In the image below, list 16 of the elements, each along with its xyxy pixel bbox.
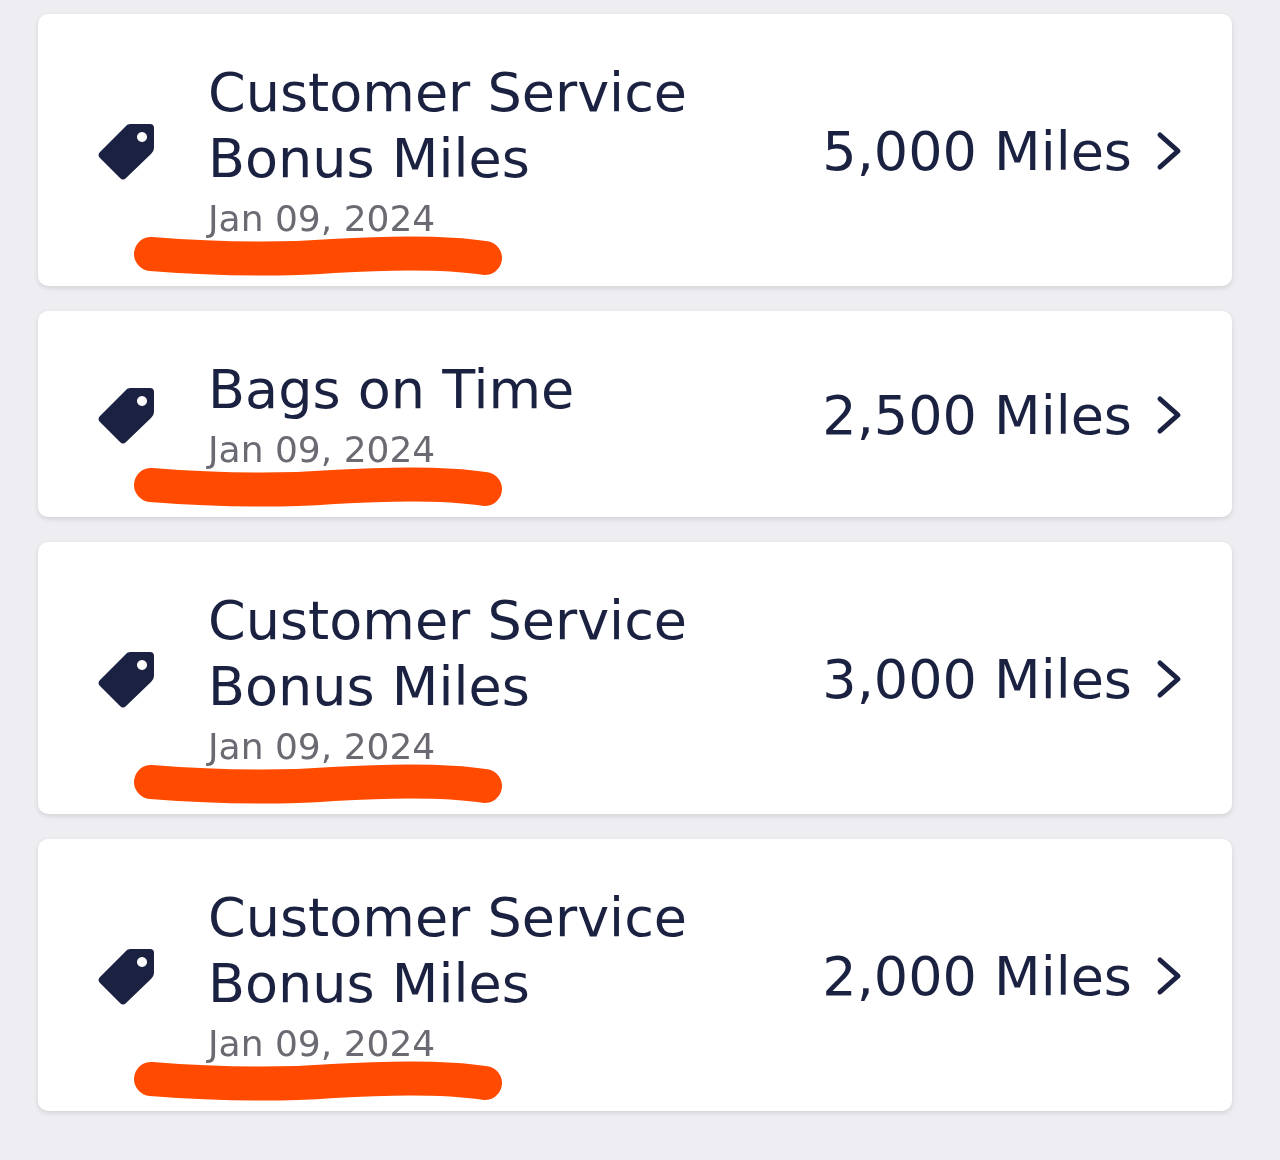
transaction-card[interactable]: Customer Service Bonus Miles Jan 09, 2024 2,000 Miles xyxy=(38,839,1232,1111)
transaction-card[interactable]: Bags on Time Jan 09, 2024 2,500 Miles xyxy=(38,311,1232,517)
miles-amount: 2,500 Miles xyxy=(822,383,1132,447)
transaction-date: Jan 09, 2024 xyxy=(208,725,436,769)
transaction-date: Jan 09, 2024 xyxy=(208,197,436,241)
transaction-date: Jan 09, 2024 xyxy=(208,1022,436,1066)
transaction-title: Customer Service Bonus Miles xyxy=(208,885,689,1017)
transaction-date: Jan 09, 2024 xyxy=(208,428,436,472)
miles-amount: 3,000 Miles xyxy=(822,647,1132,711)
transaction-title: Customer Service Bonus Miles xyxy=(208,588,689,720)
transaction-title: Customer Service Bonus Miles xyxy=(208,60,689,192)
miles-amount: 5,000 Miles xyxy=(822,119,1132,183)
miles-amount: 2,000 Miles xyxy=(822,944,1132,1008)
transaction-card[interactable]: Customer Service Bonus Miles Jan 09, 2024 3,000 Miles xyxy=(38,542,1232,814)
transaction-title: Bags on Time xyxy=(208,357,576,423)
transaction-card[interactable]: Customer Service Bonus Miles Jan 09, 2024 5,000 Miles xyxy=(38,14,1232,286)
